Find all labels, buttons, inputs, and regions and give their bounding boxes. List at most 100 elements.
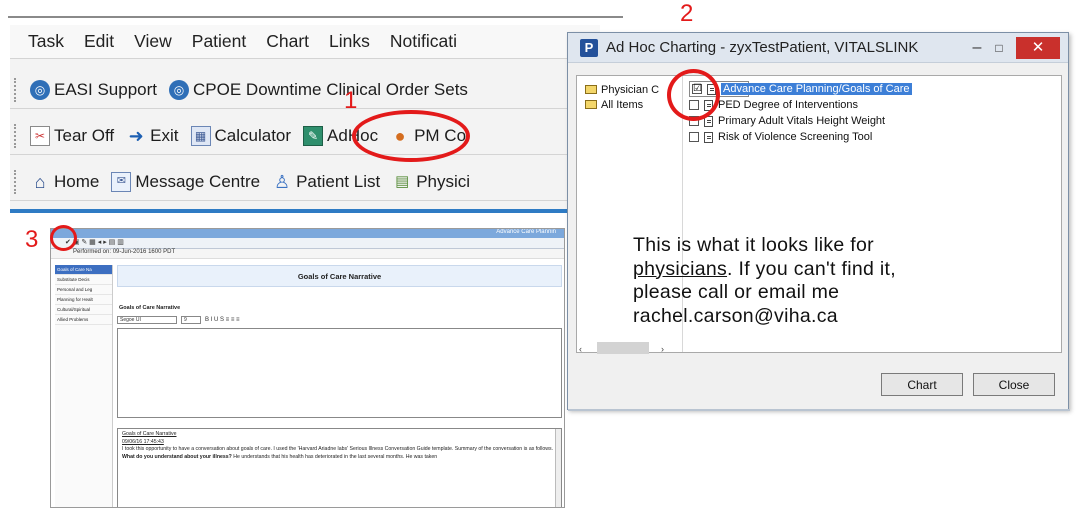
- exit-button[interactable]: ➜ Exit: [126, 125, 179, 146]
- tree-item-label: Physician C: [601, 83, 660, 96]
- horizontal-scrollbar-thumb[interactable]: [597, 342, 649, 354]
- annotation-number-2: 2: [680, 0, 694, 27]
- dialog-body: Physician C All Items ‹ › ☑ Advance Care …: [576, 75, 1062, 354]
- toolbar-row-2: ✂ Tear Off ➜ Exit ▦ Calculator ✎ AdHoc ● PM C…: [10, 117, 600, 155]
- minimize-button[interactable]: –: [966, 39, 988, 57]
- list-item-label: Risk of Violence Screening Tool: [718, 131, 873, 143]
- easi-support-label: EASI Support: [54, 79, 158, 99]
- menu-edit[interactable]: Edit: [84, 31, 114, 52]
- chart-button[interactable]: Chart: [881, 373, 963, 396]
- font-select[interactable]: Segoe UI: [117, 316, 177, 324]
- date-value[interactable]: 09-Jun-2016: [113, 249, 147, 255]
- cpoe-downtime-button[interactable]: ◎ CPOE Downtime Clinical Order Sets: [169, 79, 468, 100]
- goc-nav-item[interactable]: Allied Problems: [55, 315, 112, 325]
- menu-view[interactable]: View: [134, 31, 172, 52]
- goc-nav-item[interactable]: Personal and Leg: [55, 285, 112, 295]
- easi-support-button[interactable]: ◎ EASI Support: [30, 79, 158, 100]
- tear-off-label: Tear Off: [54, 125, 115, 145]
- goc-nav-item[interactable]: Goals of Care Na: [55, 265, 112, 275]
- home-icon: ⌂: [34, 171, 46, 192]
- exit-icon: ➜: [128, 125, 144, 146]
- patient-list-label: Patient List: [296, 171, 381, 191]
- note-line-1: This is what it looks like for: [633, 234, 874, 256]
- menu-links[interactable]: Links: [329, 31, 370, 52]
- physician-button[interactable]: ▤ Physici: [392, 172, 470, 192]
- message-centre-button[interactable]: ✉ Message Centre: [111, 171, 261, 192]
- menu-patient[interactable]: Patient: [192, 31, 246, 52]
- menu-notifications[interactable]: Notificati: [390, 31, 457, 52]
- list-item[interactable]: PED Degree of Interventions: [689, 97, 1061, 113]
- checkbox[interactable]: [689, 132, 699, 142]
- goc-form-title: Goals of Care Narrative: [117, 265, 562, 287]
- physicians-link: physicians: [633, 257, 728, 280]
- powerchart-app-icon: P: [580, 38, 598, 57]
- note-answer: He understands that his health has deter…: [233, 453, 438, 460]
- list-item[interactable]: Primary Adult Vitals Height Weight: [689, 113, 1061, 129]
- font-size-select[interactable]: 9: [181, 316, 201, 324]
- tz-value: PDT: [163, 249, 176, 255]
- toolbar-row-3: ⌂ Home ✉ Message Centre ♙ Patient List ▤ Phy…: [10, 163, 600, 201]
- folder-icon: [585, 100, 597, 109]
- toolbar-grip[interactable]: [14, 123, 24, 148]
- toolbar-grip[interactable]: [14, 77, 24, 102]
- calculator-button[interactable]: ▦ Calculator: [190, 125, 292, 146]
- patient-list-button[interactable]: ♙ Patient List: [272, 172, 380, 192]
- goals-of-care-screenshot: Advance Care Plannin ✔ ▣ ✎ ▦ ◂ ▸ ▤ ▥ Per…: [50, 228, 565, 508]
- goc-section-nav: Goals of Care Na Substitute Decis Person…: [55, 265, 113, 507]
- goc-previous-notes: Goals of Care Narrative 09/06/16 17:45:4…: [117, 428, 562, 507]
- goc-editor[interactable]: [117, 328, 562, 418]
- maximize-button[interactable]: □: [988, 41, 1010, 55]
- list-item-label: Primary Adult Vitals Height Weight: [718, 115, 886, 127]
- contact-email: rachel.carson@viha.ca: [633, 304, 838, 327]
- format-buttons[interactable]: B I U S ≡ ≡ ≡: [205, 317, 240, 323]
- goc-nav-item[interactable]: Cultural/Spiritual: [55, 305, 112, 315]
- tree-item-all-items[interactable]: All Items: [577, 97, 682, 112]
- screenshot-canvas: { "cerner": { "menu": ["Task","Edit","Vi…: [0, 0, 1077, 508]
- dialog-bottom-edge: [568, 409, 1070, 411]
- globe-icon: ◎: [30, 79, 50, 100]
- cpoe-downtime-label: CPOE Downtime Clinical Order Sets: [193, 79, 468, 99]
- goc-main-panel: Goals of Care Narrative Goals of Care Na…: [117, 265, 562, 507]
- list-item[interactable]: Risk of Violence Screening Tool: [689, 129, 1061, 145]
- menu-bar: Task Edit View Patient Chart Links Notif…: [10, 25, 600, 59]
- adhoc-icon: ✎: [303, 125, 324, 146]
- close-button[interactable]: Close: [973, 373, 1055, 396]
- annotation-number-1: 1: [344, 87, 358, 114]
- list-item-label: PED Degree of Interventions: [718, 99, 859, 111]
- globe-icon: ◎: [169, 79, 190, 100]
- menu-task[interactable]: Task: [28, 31, 64, 52]
- exit-label: Exit: [150, 125, 179, 145]
- calculator-icon: ▦: [190, 125, 211, 146]
- patient-icon: ♙: [274, 171, 291, 192]
- time-value[interactable]: 1600: [148, 249, 161, 255]
- adhoc-charting-dialog: P Ad Hoc Charting - zyxTestPatient, VITA…: [567, 32, 1070, 411]
- window-close-button[interactable]: ✕: [1016, 36, 1060, 59]
- goc-format-bar: Segoe UI 9 B I U S ≡ ≡ ≡: [117, 315, 562, 325]
- toolbar-row-1: ◎ EASI Support ◎ CPOE Downtime Clinical Or…: [10, 71, 600, 109]
- note-question: What do you understand about your illnes…: [122, 453, 232, 460]
- message-centre-label: Message Centre: [135, 171, 261, 191]
- home-button[interactable]: ⌂ Home: [30, 171, 100, 192]
- date-label: Performed on:: [73, 249, 112, 255]
- note-timestamp: 09/06/16 17:45:43: [122, 438, 164, 445]
- annotation-number-3: 3: [25, 226, 39, 253]
- goc-section-label: Goals of Care Narrative: [119, 305, 181, 311]
- tear-off-button[interactable]: ✂ Tear Off: [30, 125, 115, 146]
- note-line-3: please call or email me: [633, 281, 840, 303]
- toolbar-grip[interactable]: [14, 169, 24, 194]
- annotation-circle-2: [667, 69, 720, 121]
- menu-chart[interactable]: Chart: [266, 31, 309, 52]
- scroll-right-arrow[interactable]: ›: [661, 344, 664, 354]
- goc-nav-item[interactable]: Planning for Healt: [55, 295, 112, 305]
- top-divider: [8, 16, 623, 18]
- adhoc-form-list: ☑ Advance Care Planning/Goals of Care PED…: [689, 76, 1061, 145]
- goc-nav-item[interactable]: Substitute Decis: [55, 275, 112, 285]
- dialog-titlebar: P Ad Hoc Charting - zyxTestPatient, VITA…: [568, 33, 1068, 63]
- goc-date-row: Performed on: 09-Jun-2016 1600 PDT: [51, 249, 564, 259]
- goc-window-title: Advance Care Plannin: [51, 229, 564, 238]
- goc-notes-scrollbar[interactable]: [555, 429, 561, 507]
- tree-item-label: All Items: [601, 98, 644, 111]
- calculator-label: Calculator: [214, 125, 292, 145]
- scroll-left-arrow[interactable]: ‹: [579, 344, 582, 354]
- instruction-note: This is what it looks like for physician…: [633, 234, 933, 328]
